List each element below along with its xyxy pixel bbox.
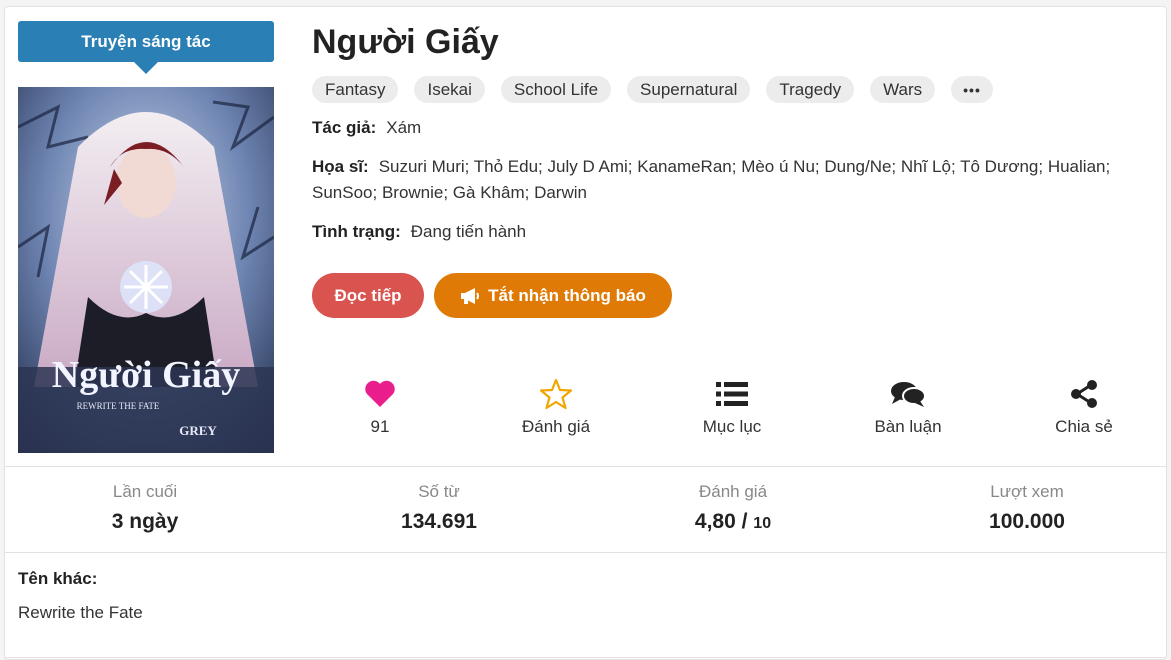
rating-max: 10 [753,515,772,532]
discuss-label: Bàn luận [874,417,942,436]
notify-label: Tắt nhận thông báo [488,285,646,305]
stat-words-label: Số từ [418,482,460,501]
tag-isekai[interactable]: Isekai [414,76,485,103]
artist-row: Họa sĩ: Suzuri Muri; Thỏ Edu; July D Ami;… [312,154,1162,206]
cover-title-art: Người Giấy [52,354,240,396]
stat-rating-value: 4,80 / 10 [593,510,873,534]
stat-views-value: 100.000 [989,510,1065,533]
toggle-notification-button[interactable]: Tắt nhận thông báo [434,273,672,318]
toc-label: Mục lục [702,417,762,436]
stat-last-update: Lần cuối 3 ngày [5,482,285,534]
status-row: Tình trạng: Đang tiến hành [312,219,526,245]
stat-views: Lượt xem 100.000 [887,482,1167,534]
like-count: 91 [370,417,390,436]
cover-image[interactable]: Người Giấy REWRITE THE FATE GREY [18,87,274,453]
tag-wars[interactable]: Wars [870,76,936,103]
stat-rating-label: Đánh giá [698,482,768,501]
divider-top [5,466,1166,467]
star-icon [481,377,631,411]
other-names-label: Tên khác: [18,569,98,588]
stat-views-label: Lượt xem [990,482,1064,501]
divider-bottom [5,552,1166,553]
stat-word-count: Số từ 134.691 [299,482,579,534]
rate-label: Đánh giá [521,417,591,436]
discuss-action[interactable]: Bàn luận [833,377,983,437]
other-names-value: Rewrite the Fate [18,603,143,622]
stat-words-value: 134.691 [401,510,477,533]
status-label: Tình trạng: [312,222,401,241]
comments-icon [833,377,983,411]
badge-arrow [134,62,158,74]
tag-supernatural[interactable]: Supernatural [627,76,751,103]
megaphone-icon [460,287,480,305]
share-icon [1009,377,1159,411]
heart-icon [305,377,455,411]
action-bar: 91 Đánh giá Mục lục Bàn luận Chia sẻ [292,377,1171,447]
status-value: Đang tiến hành [410,222,527,241]
tag-tragedy[interactable]: Tragedy [766,76,855,103]
rate-action[interactable]: Đánh giá [481,377,631,437]
novel-title: Người Giấy [312,23,499,61]
author-label: Tác giả: [312,118,377,137]
genre-tags: Fantasy Isekai School Life Supernatural … [312,76,993,103]
stat-last-value: 3 ngày [111,510,179,533]
list-icon [657,377,807,411]
author-value[interactable]: Xám [386,118,421,137]
cover-author-art: GREY [179,423,217,438]
share-action[interactable]: Chia sẻ [1009,377,1159,437]
divider-end [5,657,1166,658]
artist-label: Họa sĩ: [312,157,369,176]
stat-rating: Đánh giá 4,80 / 10 [593,482,873,534]
rating-score: 4,80 / [694,510,748,533]
continue-reading-button[interactable]: Đọc tiếp [312,273,424,318]
more-tags-button[interactable]: ••• [951,76,993,103]
tag-fantasy[interactable]: Fantasy [312,76,399,103]
tag-school-life[interactable]: School Life [500,76,612,103]
toc-action[interactable]: Mục lục [657,377,807,437]
stat-last-label: Lần cuối [112,482,178,501]
artist-value: Suzuri Muri; Thỏ Edu; July D Ami; Kaname… [312,157,1111,202]
cover-subtitle-art: REWRITE THE FATE [77,401,160,411]
share-label: Chia sẻ [1055,417,1113,436]
novel-card: Truyện sáng tác Người Giấy REWRITE THE F… [4,6,1167,660]
author-row: Tác giả: Xám [312,115,421,141]
like-action[interactable]: 91 [305,377,455,437]
category-badge[interactable]: Truyện sáng tác [18,21,274,62]
